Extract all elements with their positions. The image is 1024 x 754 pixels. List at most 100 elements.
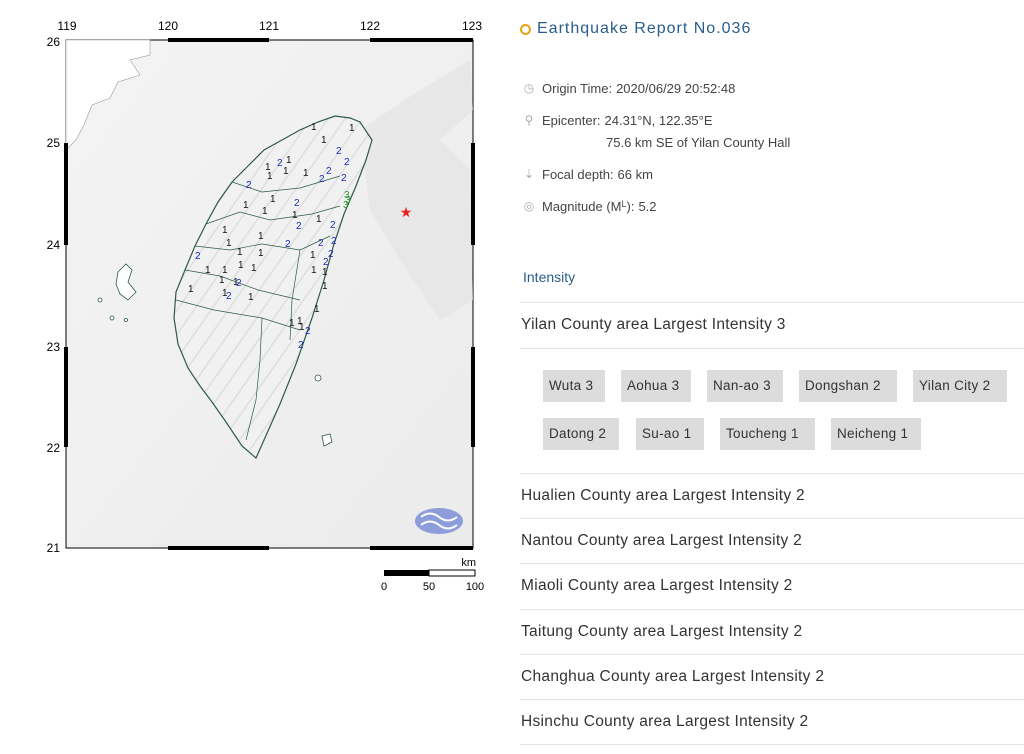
lon-tick-label: 121 xyxy=(259,19,279,33)
seismic-wave-icon: ◎ xyxy=(523,199,535,213)
lat-tick-label: 23 xyxy=(47,340,61,354)
divider xyxy=(520,518,1024,519)
station-intensity-label: 1 xyxy=(303,168,309,179)
station-intensity-label: 3 xyxy=(343,200,349,211)
lon-tick-label: 123 xyxy=(462,19,482,33)
title-bullet-icon xyxy=(520,23,531,35)
station-intensity-label: 1 xyxy=(289,318,295,329)
station-chip: Dongshan 2 xyxy=(799,370,897,402)
scale-label: 0 xyxy=(381,581,387,593)
lat-tick-label: 25 xyxy=(47,136,61,150)
station-chip: Toucheng 1 xyxy=(720,418,815,450)
lon-tick-label: 119 xyxy=(57,19,76,33)
station-intensity-label: 2 xyxy=(236,278,242,289)
station-intensity-label: 1 xyxy=(267,171,273,182)
divider xyxy=(520,348,1024,349)
station-intensity-label: 1 xyxy=(205,265,211,276)
station-intensity-label: 1 xyxy=(222,225,228,236)
station-intensity-label: 2 xyxy=(341,173,347,184)
intensity-section-title: Intensity xyxy=(523,269,576,285)
station-intensity-label: 1 xyxy=(262,206,268,217)
station-intensity-label: 1 xyxy=(243,200,249,211)
scale-label: 50 xyxy=(423,581,435,593)
station-intensity-label: 2 xyxy=(305,326,311,337)
report-title-text: Earthquake Report No.036 xyxy=(537,20,752,37)
epicenter-label: Epicenter: xyxy=(542,113,601,128)
divider xyxy=(520,609,1024,610)
station-intensity-label: 2 xyxy=(326,166,332,177)
station-intensity-label: 1 xyxy=(322,281,328,292)
station-intensity-label: 1 xyxy=(222,288,228,299)
station-intensity-label: 1 xyxy=(237,247,243,258)
epicenter-value: 24.31°N, 122.35°E xyxy=(604,113,713,128)
area-row-yilan[interactable]: Yilan County area Largest Intensity 3 xyxy=(521,316,786,334)
lon-tick-label: 120 xyxy=(158,19,178,33)
station-intensity-label: 1 xyxy=(283,166,289,177)
station-intensity-label: 2 xyxy=(319,174,325,185)
station-intensity-label: 1 xyxy=(251,263,257,274)
area-row-hualien[interactable]: Hualien County area Largest Intensity 2 xyxy=(521,487,805,505)
report-panel: Earthquake Report No.036 ◷ Origin Time: … xyxy=(520,0,1024,754)
station-chip: Su-ao 1 xyxy=(636,418,704,450)
station-intensity-label: 1 xyxy=(258,231,264,242)
station-intensity-label: 1 xyxy=(314,304,320,315)
epicenter-star-icon: ★ xyxy=(400,204,413,220)
station-intensity-label: 1 xyxy=(322,267,328,278)
station-intensity-label: 1 xyxy=(219,275,225,286)
station-intensity-label: 1 xyxy=(311,122,317,133)
area-row-taitung[interactable]: Taitung County area Largest Intensity 2 xyxy=(521,623,802,641)
report-title: Earthquake Report No.036 xyxy=(520,20,751,38)
lat-tick-label: 26 xyxy=(47,35,61,49)
intensity-map-panel: ★ 119 120 121 122 123 26 25 24 23 22 21 … xyxy=(0,0,500,754)
station-intensity-label: 1 xyxy=(310,250,316,261)
intensity-map: ★ 119 120 121 122 123 26 25 24 23 22 21 … xyxy=(47,19,485,593)
divider xyxy=(520,699,1024,700)
station-chip: Wuta 3 xyxy=(543,370,605,402)
epicenter-description: 75.6 km SE of Yilan County Hall xyxy=(606,135,791,150)
station-intensity-label: 2 xyxy=(336,146,342,157)
area-row-nantou[interactable]: Nantou County area Largest Intensity 2 xyxy=(521,532,802,550)
station-intensity-label: 2 xyxy=(285,239,291,250)
station-chip: Datong 2 xyxy=(543,418,619,450)
origin-time-row: ◷ Origin Time: 2020/06/29 20:52:48 xyxy=(522,81,736,96)
station-intensity-label: 1 xyxy=(299,322,305,333)
station-intensity-label: 1 xyxy=(286,155,292,166)
area-row-changhua[interactable]: Changhua County area Largest Intensity 2 xyxy=(521,668,824,686)
station-chip: Aohua 3 xyxy=(621,370,691,402)
station-intensity-label: 1 xyxy=(226,238,232,249)
focal-depth-value: 66 km xyxy=(617,167,653,182)
divider xyxy=(520,654,1024,655)
station-intensity-label: 1 xyxy=(321,135,327,146)
station-intensity-label: 1 xyxy=(270,194,276,205)
divider xyxy=(520,302,1024,303)
magnitude-row: ◎ Magnitude (M L): 5.2 xyxy=(522,199,657,214)
scale-unit: km xyxy=(461,557,476,569)
station-chip: Yilan City 2 xyxy=(913,370,1007,402)
station-intensity-label: 2 xyxy=(296,221,302,232)
scale-label: 100 xyxy=(466,581,484,593)
station-intensity-label: 1 xyxy=(311,265,317,276)
station-intensity-label: 2 xyxy=(344,157,350,168)
magnitude-label-suffix: ): xyxy=(626,199,635,214)
lat-tick-label: 21 xyxy=(47,541,61,555)
area-row-miaoli[interactable]: Miaoli County area Largest Intensity 2 xyxy=(521,577,793,595)
epicenter-row: ⚲ Epicenter: 24.31°N, 122.35°E xyxy=(522,113,713,128)
divider xyxy=(520,563,1024,564)
magnitude-label: Magnitude (M xyxy=(542,199,622,214)
station-intensity-label: 1 xyxy=(349,123,355,134)
station-chip: Nan-ao 3 xyxy=(707,370,783,402)
station-intensity-label: 1 xyxy=(292,210,298,221)
station-intensity-label: 1 xyxy=(258,248,264,259)
station-intensity-label: 2 xyxy=(328,249,334,260)
station-intensity-label: 2 xyxy=(246,180,252,191)
focal-depth-label: Focal depth: xyxy=(542,167,614,182)
station-intensity-label: 2 xyxy=(331,236,337,247)
station-intensity-label: 2 xyxy=(298,340,304,351)
lat-tick-label: 24 xyxy=(47,238,61,252)
area-row-hsinchu[interactable]: Hsinchu County area Largest Intensity 2 xyxy=(521,713,808,731)
clock-icon: ◷ xyxy=(523,81,535,95)
origin-time-label: Origin Time: xyxy=(542,81,613,96)
lon-tick-label: 122 xyxy=(360,19,380,33)
station-intensity-label: 2 xyxy=(330,220,336,231)
cwb-logo-icon xyxy=(415,508,463,534)
